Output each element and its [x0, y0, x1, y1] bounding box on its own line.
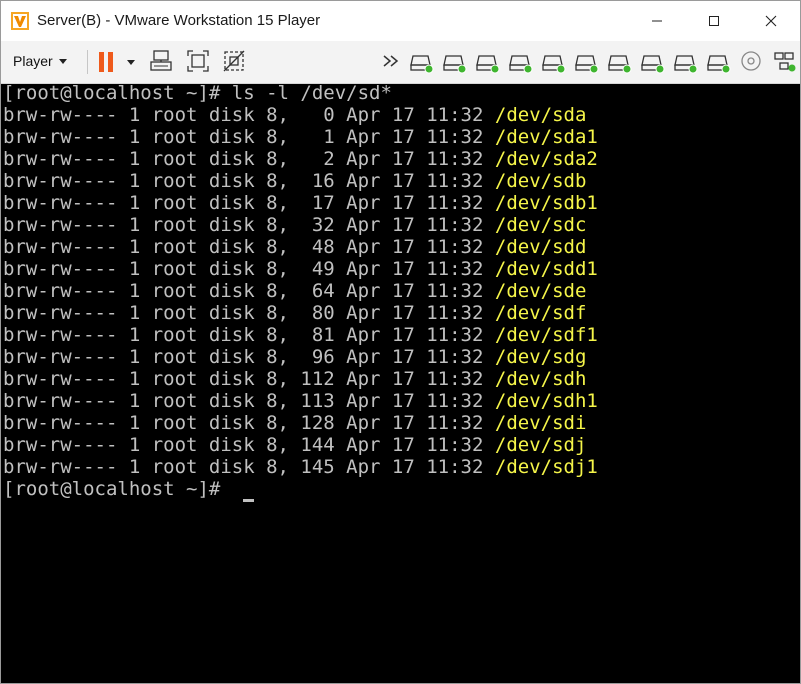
file-info: brw-rw---- 1 root disk 8, 49 Apr 17 11:3… [3, 258, 495, 280]
vm-console[interactable]: [root@localhost ~]# ls -l /dev/sd* brw-r… [1, 84, 800, 683]
ls-output-row: brw-rw---- 1 root disk 8, 16 Apr 17 11:3… [3, 170, 586, 192]
text-cursor [243, 499, 254, 502]
file-info: brw-rw---- 1 root disk 8, 32 Apr 17 11:3… [3, 214, 495, 236]
pause-icon [99, 52, 104, 72]
ls-output-row: brw-rw---- 1 root disk 8, 0 Apr 17 11:32… [3, 104, 586, 126]
ls-output-row: brw-rw---- 1 root disk 8, 80 Apr 17 11:3… [3, 302, 586, 324]
device-path: /dev/sdf [494, 302, 587, 324]
chevron-down-icon [58, 58, 67, 64]
device-path: /dev/sdh1 [494, 390, 598, 412]
file-info: brw-rw---- 1 root disk 8, 2 Apr 17 11:32 [3, 148, 495, 170]
hard-disk-icon[interactable] [508, 50, 534, 74]
maximize-button[interactable] [685, 1, 743, 41]
file-info: brw-rw---- 1 root disk 8, 144 Apr 17 11:… [3, 434, 495, 456]
maximize-icon [709, 16, 719, 26]
player-menu-button[interactable]: Player [7, 48, 73, 74]
hard-disk-icon[interactable] [409, 50, 435, 74]
final-prompt: [root@localhost ~]# [3, 478, 232, 500]
file-info: brw-rw---- 1 root disk 8, 128 Apr 17 11:… [3, 412, 495, 434]
file-info: brw-rw---- 1 root disk 8, 145 Apr 17 11:… [3, 456, 495, 478]
fit-guest-icon[interactable] [186, 49, 210, 73]
player-toolbar: Player [1, 41, 800, 84]
ls-output-row: brw-rw---- 1 root disk 8, 48 Apr 17 11:3… [3, 236, 586, 258]
device-path: /dev/sda2 [494, 148, 598, 170]
close-icon [765, 15, 777, 27]
hard-disk-icon[interactable] [541, 50, 567, 74]
hard-disk-icon[interactable] [640, 50, 666, 74]
ls-output-row: brw-rw---- 1 root disk 8, 112 Apr 17 11:… [3, 368, 586, 390]
minimize-icon [652, 20, 662, 22]
minimize-button[interactable] [628, 1, 686, 41]
device-path: /dev/sda1 [494, 126, 598, 148]
send-ctrl-alt-del-icon[interactable] [149, 49, 173, 73]
ls-output-row: brw-rw---- 1 root disk 8, 2 Apr 17 11:32… [3, 148, 598, 170]
file-info: brw-rw---- 1 root disk 8, 16 Apr 17 11:3… [3, 170, 495, 192]
title-bar[interactable]: Server(B) - VMware Workstation 15 Player [1, 1, 800, 41]
ls-output-row: brw-rw---- 1 root disk 8, 49 Apr 17 11:3… [3, 258, 598, 280]
hard-disk-icon[interactable] [706, 50, 732, 74]
hard-disk-icon[interactable] [475, 50, 501, 74]
ls-output-row: brw-rw---- 1 root disk 8, 17 Apr 17 11:3… [3, 192, 598, 214]
unity-icon[interactable] [222, 49, 246, 73]
file-info: brw-rw---- 1 root disk 8, 113 Apr 17 11:… [3, 390, 495, 412]
pause-icon-bar [108, 52, 113, 72]
device-path: /dev/sdd1 [494, 258, 598, 280]
device-path: /dev/sdb1 [494, 192, 598, 214]
hard-disk-icon[interactable] [673, 50, 699, 74]
file-info: brw-rw---- 1 root disk 8, 0 Apr 17 11:32 [3, 104, 495, 126]
file-info: brw-rw---- 1 root disk 8, 81 Apr 17 11:3… [3, 324, 495, 346]
ls-output-row: brw-rw---- 1 root disk 8, 64 Apr 17 11:3… [3, 280, 586, 302]
player-menu-label: Player [13, 53, 53, 69]
device-path: /dev/sda [494, 104, 587, 126]
vmware-app-icon [11, 12, 29, 30]
device-path: /dev/sdh [494, 368, 587, 390]
window-title: Server(B) - VMware Workstation 15 Player [37, 12, 321, 29]
ls-output-row: brw-rw---- 1 root disk 8, 32 Apr 17 11:3… [3, 214, 586, 236]
ls-output-row: brw-rw---- 1 root disk 8, 113 Apr 17 11:… [3, 390, 598, 412]
file-info: brw-rw---- 1 root disk 8, 96 Apr 17 11:3… [3, 346, 495, 368]
more-devices-icon[interactable] [379, 49, 403, 73]
hard-disk-icon[interactable] [442, 50, 468, 74]
hard-disk-icon[interactable] [574, 50, 600, 74]
ls-output-row: brw-rw---- 1 root disk 8, 81 Apr 17 11:3… [3, 324, 598, 346]
device-path: /dev/sdc [494, 214, 587, 236]
network-adapter-icon[interactable] [772, 49, 796, 73]
file-info: brw-rw---- 1 root disk 8, 80 Apr 17 11:3… [3, 302, 495, 324]
pause-button[interactable] [97, 49, 137, 75]
ls-output-row: brw-rw---- 1 root disk 8, 1 Apr 17 11:32… [3, 126, 598, 148]
ls-output-row: brw-rw---- 1 root disk 8, 128 Apr 17 11:… [3, 412, 586, 434]
ls-output-row: brw-rw---- 1 root disk 8, 144 Apr 17 11:… [3, 434, 586, 456]
close-button[interactable] [742, 1, 800, 41]
device-path: /dev/sdj [494, 434, 587, 456]
device-path: /dev/sdb [494, 170, 587, 192]
file-info: brw-rw---- 1 root disk 8, 1 Apr 17 11:32 [3, 126, 495, 148]
device-path: /dev/sdj1 [494, 456, 598, 478]
file-info: brw-rw---- 1 root disk 8, 48 Apr 17 11:3… [3, 236, 495, 258]
ls-output-row: brw-rw---- 1 root disk 8, 145 Apr 17 11:… [3, 456, 598, 478]
hard-disk-icon[interactable] [607, 50, 633, 74]
vmware-player-window: Server(B) - VMware Workstation 15 Player… [0, 0, 801, 684]
ls-output-row: brw-rw---- 1 root disk 8, 96 Apr 17 11:3… [3, 346, 586, 368]
cd-dvd-icon[interactable] [739, 49, 763, 73]
device-path: /dev/sdd [494, 236, 587, 258]
file-info: brw-rw---- 1 root disk 8, 112 Apr 17 11:… [3, 368, 495, 390]
file-info: brw-rw---- 1 root disk 8, 64 Apr 17 11:3… [3, 280, 495, 302]
device-path: /dev/sdi [494, 412, 587, 434]
file-info: brw-rw---- 1 root disk 8, 17 Apr 17 11:3… [3, 192, 495, 214]
toolbar-separator [87, 50, 88, 74]
command-line: [root@localhost ~]# ls -l /dev/sd* [3, 84, 392, 104]
device-path: /dev/sde [494, 280, 587, 302]
device-path: /dev/sdg [494, 346, 587, 368]
device-path: /dev/sdf1 [494, 324, 598, 346]
chevron-down-icon [127, 60, 135, 65]
